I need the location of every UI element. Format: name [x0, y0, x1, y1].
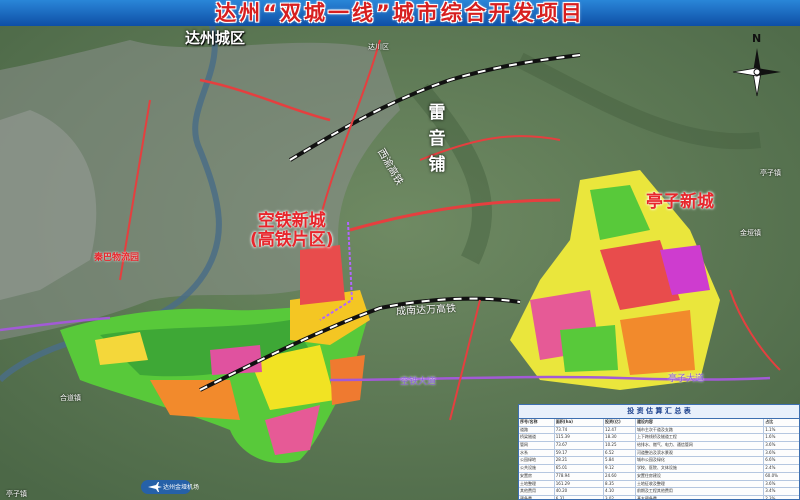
table-cell: 预备费	[519, 495, 555, 499]
table-cell: 9.12	[604, 465, 636, 472]
table-cell: 59.17	[555, 449, 605, 457]
table-cell: 基本预备费	[636, 495, 765, 499]
label-leiyinpu: 雷 音 铺	[427, 100, 447, 178]
table-cell: 3.02	[604, 495, 636, 499]
table-cell: 3.4%	[765, 488, 776, 494]
table-cell: 2.4%	[765, 465, 776, 471]
table-cell: 公园绿地	[519, 457, 555, 465]
label-kongtie-new-city: 空铁新城 (高铁片区)	[250, 212, 334, 250]
table-cell: 10.25	[604, 442, 636, 449]
table-cell: 4.10	[604, 488, 636, 495]
label-hechuan-town: 合道镇	[60, 394, 81, 402]
table-cell: 序号/名称	[519, 419, 555, 426]
label-leiyinpu-char: 铺	[428, 155, 446, 175]
table-cell: 6.31	[555, 495, 605, 499]
label-leiyinpu-char: 音	[428, 129, 446, 149]
table-cell: 73.67	[555, 442, 605, 449]
airport-label: 达州金垭机场	[163, 484, 200, 491]
table-cell: 城市公园及绿化	[636, 457, 765, 465]
label-chengnan-rail: 成南达万高铁	[395, 303, 457, 318]
table-cell: 水系	[519, 449, 555, 457]
table-cell: 12.47	[604, 426, 636, 434]
table-cell: 上下跨线桥及隧道工程	[636, 434, 765, 442]
label-tingzi-road: 亭子大道	[668, 374, 705, 384]
table-cell: 115.39	[555, 434, 605, 442]
label-dachuan: 达川区	[368, 43, 389, 51]
table-cell: 1.6%	[765, 434, 776, 440]
table-cell: 161.29	[555, 480, 605, 488]
airport-badge: 达州金垭机场	[141, 479, 199, 495]
table-cell: 土地整理	[519, 480, 555, 488]
table-row: 公园绿地 28.21 5.84 城市公园及绿化 6.6%	[519, 457, 799, 466]
table-cell: 18.30	[604, 434, 636, 442]
label-kongtie-line2: (高铁片区)	[250, 230, 334, 250]
table-cell: 3.6%	[765, 442, 776, 448]
table-cell: 73.74	[555, 426, 605, 434]
table-cell: 建设内容	[636, 419, 765, 426]
table-row: 预备费 6.31 3.02 基本预备费 2.3%	[519, 495, 799, 500]
table-row: 公共设施 65.01 9.12 学校、医院、文体设施 2.4%	[519, 465, 799, 473]
label-kongtie-road: 空铁大道	[400, 377, 437, 387]
table-row: 桥梁隧道 115.39 18.30 上下跨线桥及隧道工程 1.6%	[519, 434, 799, 443]
label-jinya-town: 金垭镇	[740, 229, 761, 237]
compass-north-label: N	[752, 32, 762, 45]
label-tingzi-bottom: 亭子镇	[6, 490, 27, 498]
table-row: 其他费用 40.20 4.10 前期及工程其他费用 3.4%	[519, 488, 799, 496]
table-cell: 1.1%	[765, 426, 776, 432]
table-cell: 6.6%	[765, 457, 776, 463]
table-cell: 3.6%	[765, 449, 776, 455]
label-tingzi-new-city: 亭子新城	[646, 192, 714, 212]
table-cell: 40.20	[555, 488, 605, 495]
label-qinba-logistics: 秦巴物流园	[94, 253, 140, 263]
table-cell: 占比	[765, 419, 774, 424]
table-cell: 28.21	[555, 457, 605, 465]
label-kongtie-line1: 空铁新城	[257, 211, 326, 231]
label-dazhou-district: 达州城区	[185, 29, 246, 47]
table-cell: 前期及工程其他费用	[636, 488, 765, 495]
table-row: 安置房 778.94 24.60 安置住房建设 60.0%	[519, 472, 799, 481]
table-cell: 安置住房建设	[636, 472, 765, 480]
table-cell: 6.52	[604, 449, 636, 457]
table-cell: 24.60	[604, 472, 636, 480]
table-cell: 河道整治及滨水景观	[636, 449, 765, 457]
table-cell: 其他费用	[519, 488, 555, 495]
table-cell: 60.0%	[765, 472, 778, 478]
table-cell: 管网	[519, 442, 555, 449]
label-tingzi-town: 亭子镇	[760, 169, 781, 177]
label-leiyinpu-char: 雷	[428, 103, 446, 123]
table-cell: 65.01	[555, 465, 605, 472]
table-cell: 土地征收及整理	[636, 480, 765, 488]
table-cell: 投资(亿)	[604, 419, 636, 426]
table-cell: 8.35	[604, 480, 636, 488]
compass: N	[728, 32, 786, 98]
table-row: 土地整理 161.29 8.35 土地征收及整理 3.6%	[519, 480, 799, 489]
table-cell: 桥梁隧道	[519, 434, 555, 442]
table-row: 序号/名称 面积(ha) 投资(亿) 建设内容 占比	[519, 419, 799, 427]
table-body: 序号/名称 面积(ha) 投资(亿) 建设内容 占比 道路 73.74 12.47 城市主次干道…	[519, 419, 799, 500]
table-cell: 面积(ha)	[555, 419, 605, 426]
table-title: 投 资 估 算 汇 总 表	[519, 405, 799, 419]
table-cell: 安置房	[519, 472, 555, 480]
investment-table: 投 资 估 算 汇 总 表 序号/名称 面积(ha) 投资(亿) 建设内容 占比 道路 73…	[518, 404, 800, 500]
table-row: 管网 73.67 10.25 给排水、燃气、电力、通信管网 3.6%	[519, 442, 799, 450]
table-row: 道路 73.74 12.47 城市主次干道及支路 1.1%	[519, 426, 799, 435]
table-row: 水系 59.17 6.52 河道整治及滨水景观 3.6%	[519, 449, 799, 458]
map-canvas: 达州“双城一线”城市综合开发项目 达州城区 达川区 空铁新城 (高铁片区) 亭子…	[0, 0, 800, 500]
table-cell: 道路	[519, 426, 555, 434]
table-cell: 2.3%	[765, 495, 776, 500]
table-cell: 给排水、燃气、电力、通信管网	[636, 442, 765, 449]
table-cell: 城市主次干道及支路	[636, 426, 765, 434]
table-cell: 3.6%	[765, 480, 776, 486]
page-title: 达州“双城一线”城市综合开发项目	[215, 1, 585, 25]
table-cell: 778.94	[555, 472, 605, 480]
table-cell: 公共设施	[519, 465, 555, 472]
table-cell: 学校、医院、文体设施	[636, 465, 765, 472]
table-cell: 5.84	[604, 457, 636, 465]
